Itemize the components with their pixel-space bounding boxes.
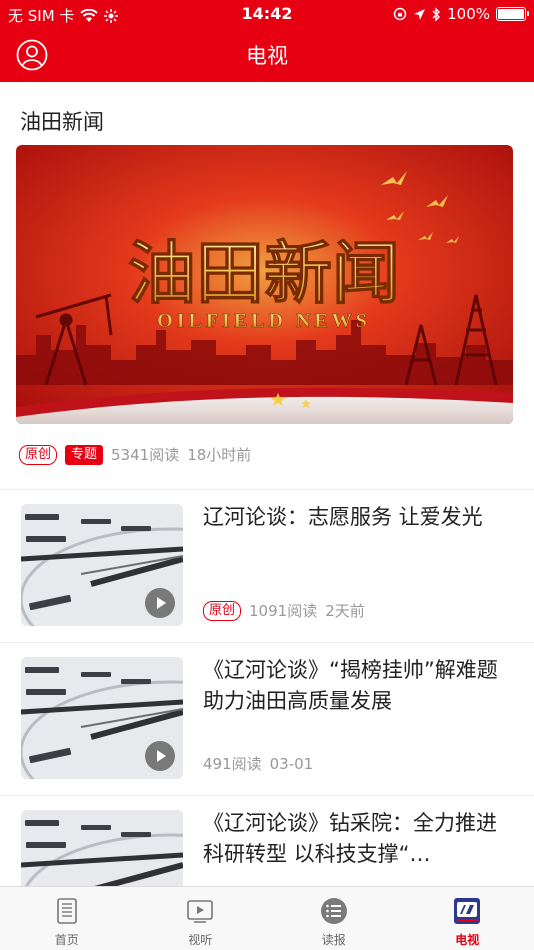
list-circle-icon <box>320 898 347 924</box>
list-item[interactable]: 《辽河论谈》钻采院：全力推进科研转型 以科技支撑“… <box>0 796 534 886</box>
tab-label: 电视 <box>455 933 480 947</box>
tab-bar: 首页 视听 读报 电视 <box>0 886 534 950</box>
tab-label: 读报 <box>321 933 346 947</box>
tab-read-paper[interactable]: 读报 <box>267 887 401 950</box>
read-count: 491阅读 <box>203 755 262 773</box>
play-icon[interactable] <box>145 741 175 771</box>
item-title[interactable]: 《辽河论谈》“揭榜挂帅”解难题 助力油田高质量发展 <box>203 655 513 717</box>
tab-home[interactable]: 首页 <box>0 887 134 950</box>
hero-banner-title: 油田新闻 <box>128 236 400 312</box>
content-area[interactable]: 油田新闻 油田新闻 OILFIELD NEWS 原创 专题 5341阅读 18小… <box>0 82 534 886</box>
tab-audio-video[interactable]: 视听 <box>134 887 268 950</box>
clock-thumbnail-image <box>21 810 183 886</box>
video-thumbnail[interactable] <box>21 657 183 779</box>
tv-logo-icon <box>454 898 481 924</box>
battery-icon <box>496 7 529 21</box>
video-thumbnail[interactable] <box>21 810 183 886</box>
location-arrow-icon <box>414 8 426 20</box>
original-tag: 原创 <box>203 600 242 621</box>
status-right: 100% <box>393 5 529 23</box>
list-item[interactable]: 辽河论谈：志愿服务 让爱发光 原创 1091阅读 2天前 <box>0 490 534 642</box>
topic-tag: 专题 <box>65 444 104 465</box>
battery-percent: 100% <box>447 5 490 23</box>
page-title: 电视 <box>246 44 288 68</box>
item-meta: 491阅读 03-01 <box>203 753 313 774</box>
list-item[interactable]: 《辽河论谈》“揭榜挂帅”解难题 助力油田高质量发展 491阅读 03-01 <box>0 643 534 795</box>
original-tag: 原创 <box>19 444 58 465</box>
read-count: 1091阅读 <box>249 602 318 620</box>
publish-time: 18小时前 <box>187 446 252 464</box>
orientation-lock-icon <box>393 7 407 21</box>
item-title[interactable]: 辽河论谈：志愿服务 让爱发光 <box>203 502 513 533</box>
publish-time: 2天前 <box>325 602 365 620</box>
tab-tv[interactable]: 电视 <box>401 887 534 950</box>
section-title: 油田新闻 <box>20 110 104 134</box>
publish-time: 03-01 <box>269 754 314 773</box>
bluetooth-icon <box>432 6 441 22</box>
tab-label: 首页 <box>54 933 79 947</box>
tab-label: 视听 <box>188 933 213 947</box>
navigation-bar: 电视 <box>0 28 534 82</box>
hero-banner[interactable]: 油田新闻 OILFIELD NEWS <box>16 145 513 424</box>
status-bar: 无 SIM 卡 14:42 100% <box>0 0 534 28</box>
play-icon[interactable] <box>145 588 175 618</box>
hero-banner-subtitle: OILFIELD NEWS <box>157 310 371 332</box>
video-thumbnail[interactable] <box>21 504 183 626</box>
item-title[interactable]: 《辽河论谈》钻采院：全力推进科研转型 以科技支撑“… <box>203 808 513 870</box>
newspaper-icon <box>56 898 77 924</box>
item-meta: 原创 1091阅读 2天前 <box>203 600 365 621</box>
hero-banner-image: 油田新闻 OILFIELD NEWS <box>16 145 513 424</box>
read-count: 5341阅读 <box>111 446 180 464</box>
hero-meta: 原创 专题 5341阅读 18小时前 <box>19 444 251 465</box>
video-player-icon <box>187 900 214 923</box>
